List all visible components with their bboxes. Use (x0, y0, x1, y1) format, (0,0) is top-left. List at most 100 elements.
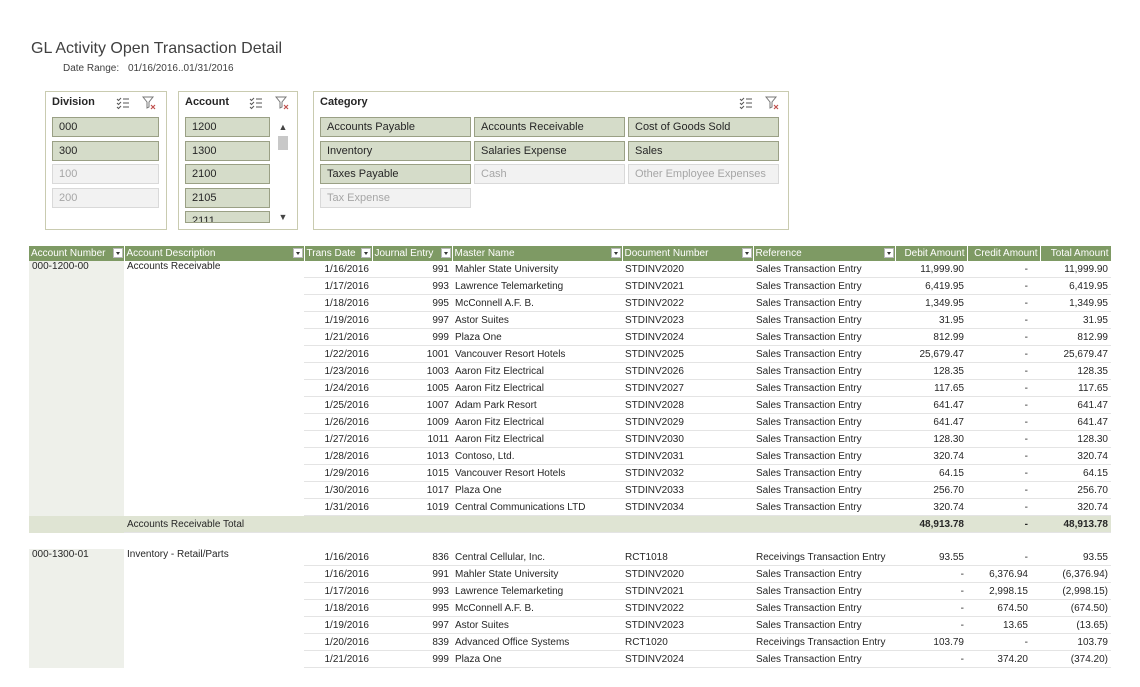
trans-date-cell: 1/24/2016 (304, 379, 372, 397)
clear-filter-icon[interactable] (141, 96, 156, 110)
trans-date-cell: 1/16/2016 (304, 549, 372, 566)
filter-dropdown-icon[interactable] (741, 248, 752, 258)
scroll-up-icon[interactable]: ▲ (276, 120, 290, 134)
filter-dropdown-icon[interactable] (440, 248, 451, 258)
scroll-thumb[interactable] (278, 136, 288, 150)
account-item-2105[interactable]: 2105 (185, 187, 270, 208)
division-item-000[interactable]: 000 (52, 117, 159, 137)
clear-filter-icon[interactable] (274, 96, 289, 110)
reference-cell: Sales Transaction Entry (753, 261, 895, 278)
category-item-inventory[interactable]: Inventory (320, 140, 471, 161)
reference-cell: Sales Transaction Entry (753, 345, 895, 363)
category-item-accounts-receivable[interactable]: Accounts Receivable (474, 117, 625, 137)
debit-amount-cell: 103.79 (895, 633, 967, 651)
debit-amount-cell: 812.99 (895, 328, 967, 346)
total-amount-cell: (13.65) (1040, 616, 1111, 634)
category-item-cost-of-goods-sold[interactable]: Cost of Goods Sold (628, 117, 779, 137)
column-header-total-amount[interactable]: Total Amount (1040, 246, 1112, 261)
account-slicer: Account ▲ ▼ 1200 1300 2100 2105 2111 (178, 91, 298, 230)
clear-filter-icon[interactable] (764, 96, 779, 110)
trans-date-cell: 1/22/2016 (304, 345, 372, 363)
account-number-cell: 000-1200-00 (29, 261, 124, 516)
category-item-tax-expense[interactable]: Tax Expense (320, 187, 471, 208)
master-name-cell: Aaron Fitz Electrical (452, 379, 622, 397)
reference-cell: Receivings Transaction Entry (753, 549, 895, 566)
division-slicer-title: Division (52, 96, 95, 108)
multi-select-icon[interactable] (249, 96, 263, 110)
division-item-100[interactable]: 100 (52, 164, 159, 184)
category-item-salaries-expense[interactable]: Salaries Expense (474, 140, 625, 161)
master-name-cell: Aaron Fitz Electrical (452, 413, 622, 431)
column-header-master-name[interactable]: Master Name (452, 246, 623, 261)
division-item-300[interactable]: 300 (52, 140, 159, 161)
master-name-cell: Plaza One (452, 650, 622, 668)
reference-cell: Sales Transaction Entry (753, 379, 895, 397)
table-row[interactable]: 000-1300-01 Inventory - Retail/Parts 1/16/… (29, 549, 1111, 668)
document-number-cell: STDINV2020 (622, 565, 753, 583)
master-name-cell: Aaron Fitz Electrical (452, 430, 622, 448)
journal-entry-cell: 999 (372, 328, 452, 346)
table-row[interactable]: 000-1200-00 Accounts Receivable 1/16/2016 9… (29, 261, 1111, 516)
trans-date-cell: 1/23/2016 (304, 362, 372, 380)
account-slicer-scrollbar[interactable]: ▲ ▼ (276, 118, 290, 224)
filter-dropdown-icon[interactable] (292, 248, 303, 258)
journal-entry-cell: 993 (372, 582, 452, 600)
journal-entry-cell: 991 (372, 261, 452, 278)
account-item-2100[interactable]: 2100 (185, 164, 270, 184)
credit-amount-cell: 2,998.15 (967, 582, 1040, 600)
total-amount-cell: 48,913.78 (1040, 515, 1111, 533)
column-header-credit-amount[interactable]: Credit Amount (967, 246, 1041, 261)
column-header-journal-entry[interactable]: Journal Entry (372, 246, 453, 261)
division-item-200[interactable]: 200 (52, 187, 159, 208)
account-item-1300[interactable]: 1300 (185, 140, 270, 161)
reference-cell: Sales Transaction Entry (753, 464, 895, 482)
multi-select-icon[interactable] (116, 96, 130, 110)
journal-entry-cell: 993 (372, 277, 452, 295)
account-item-1200[interactable]: 1200 (185, 117, 270, 137)
account-item-2111[interactable]: 2111 (185, 211, 270, 223)
document-number-cell: STDINV2023 (622, 616, 753, 634)
filter-dropdown-icon[interactable] (883, 248, 894, 258)
trans-date-cell: 1/28/2016 (304, 447, 372, 465)
category-item-cash[interactable]: Cash (474, 164, 625, 184)
trans-date-cell: 1/26/2016 (304, 413, 372, 431)
reference-cell: Sales Transaction Entry (753, 447, 895, 465)
master-name-cell: Plaza One (452, 481, 622, 499)
master-name-cell: McConnell A.F. B. (452, 599, 622, 617)
master-name-cell: Advanced Office Systems (452, 633, 622, 651)
filter-dropdown-icon[interactable] (112, 248, 123, 258)
column-header-reference[interactable]: Reference (753, 246, 896, 261)
column-header-account-description[interactable]: Account Description (124, 246, 305, 261)
reference-cell: Sales Transaction Entry (753, 599, 895, 617)
master-name-cell: Aaron Fitz Electrical (452, 362, 622, 380)
category-item-taxes-payable[interactable]: Taxes Payable (320, 164, 471, 184)
filter-dropdown-icon[interactable] (610, 248, 621, 258)
master-name-cell: Vancouver Resort Hotels (452, 345, 622, 363)
date-range: Date Range: 01/16/2016..01/31/2016 (63, 63, 234, 74)
column-header-document-number[interactable]: Document Number (622, 246, 754, 261)
filter-dropdown-icon[interactable] (360, 248, 371, 258)
column-header-account-number[interactable]: Account Number (29, 246, 125, 261)
document-number-cell: STDINV2026 (622, 362, 753, 380)
trans-date-cell: 1/18/2016 (304, 599, 372, 617)
category-item-other-employee-expenses[interactable]: Other Employee Expenses (628, 164, 779, 184)
category-item-accounts-payable[interactable]: Accounts Payable (320, 117, 471, 137)
debit-amount-cell: 64.15 (895, 464, 967, 482)
credit-amount-cell: - (967, 261, 1040, 278)
credit-amount-cell: - (967, 430, 1040, 448)
trans-date-cell: 1/19/2016 (304, 616, 372, 634)
multi-select-icon[interactable] (739, 96, 753, 110)
trans-date-cell: 1/16/2016 (304, 565, 372, 583)
scroll-down-icon[interactable]: ▼ (276, 210, 290, 224)
category-item-sales[interactable]: Sales (628, 140, 779, 161)
column-header-label: Total Amount (1050, 248, 1109, 259)
column-header-trans-date[interactable]: Trans Date (304, 246, 373, 261)
column-header-debit-amount[interactable]: Debit Amount (895, 246, 968, 261)
category-slicer-title: Category (320, 96, 368, 108)
journal-entry-cell: 997 (372, 616, 452, 634)
journal-entry-cell: 1013 (372, 447, 452, 465)
trans-date-cell: 1/16/2016 (304, 261, 372, 278)
journal-entry-cell: 999 (372, 650, 452, 668)
journal-entry-cell: 1001 (372, 345, 452, 363)
debit-amount-cell: - (895, 616, 967, 634)
